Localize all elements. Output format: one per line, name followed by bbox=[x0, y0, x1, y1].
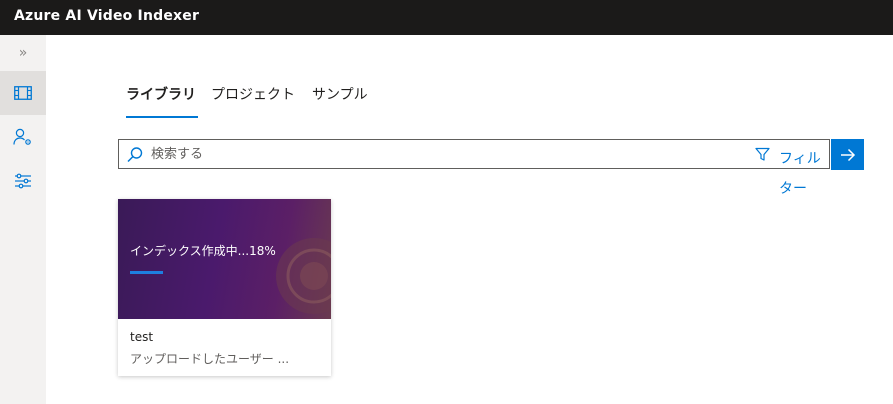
video-uploader: アップロードしたユーザー ... bbox=[130, 352, 290, 366]
arrow-right-icon bbox=[840, 148, 855, 161]
search-box bbox=[118, 139, 830, 169]
video-card[interactable]: インデックス作成中...18% test アップロードしたユーザー ... bbox=[118, 199, 331, 376]
sidebar-item-media[interactable] bbox=[0, 71, 46, 115]
filter-button[interactable]: フィルター bbox=[779, 144, 829, 204]
search-icon bbox=[127, 147, 143, 163]
tab-samples[interactable]: サンプル bbox=[312, 84, 368, 104]
active-tab-indicator bbox=[126, 116, 198, 118]
expand-sidebar-button[interactable]: » bbox=[0, 35, 46, 71]
indexing-progress-fill bbox=[130, 271, 164, 274]
top-bar: Azure AI Video Indexer bbox=[0, 0, 893, 35]
people-settings-icon bbox=[13, 128, 31, 145]
sidebar-item-account[interactable] bbox=[0, 115, 46, 159]
film-icon bbox=[14, 86, 32, 100]
search-input[interactable] bbox=[151, 144, 711, 164]
filter-icon[interactable] bbox=[755, 147, 770, 162]
indexing-progress-bar bbox=[130, 271, 316, 274]
app-title: Azure AI Video Indexer bbox=[14, 8, 200, 24]
search-submit-button[interactable] bbox=[831, 139, 864, 170]
thumbnail-image bbox=[276, 238, 331, 314]
sidebar-item-settings[interactable] bbox=[0, 159, 46, 203]
tab-library[interactable]: ライブラリ bbox=[126, 84, 196, 104]
video-title: test bbox=[130, 330, 154, 344]
sidebar: » bbox=[0, 35, 46, 404]
video-thumbnail: インデックス作成中...18% bbox=[118, 199, 331, 319]
sliders-icon bbox=[15, 173, 31, 189]
chevron-double-right-icon: » bbox=[18, 45, 28, 61]
indexing-status: インデックス作成中...18% bbox=[130, 244, 276, 258]
tab-projects[interactable]: プロジェクト bbox=[211, 84, 295, 104]
